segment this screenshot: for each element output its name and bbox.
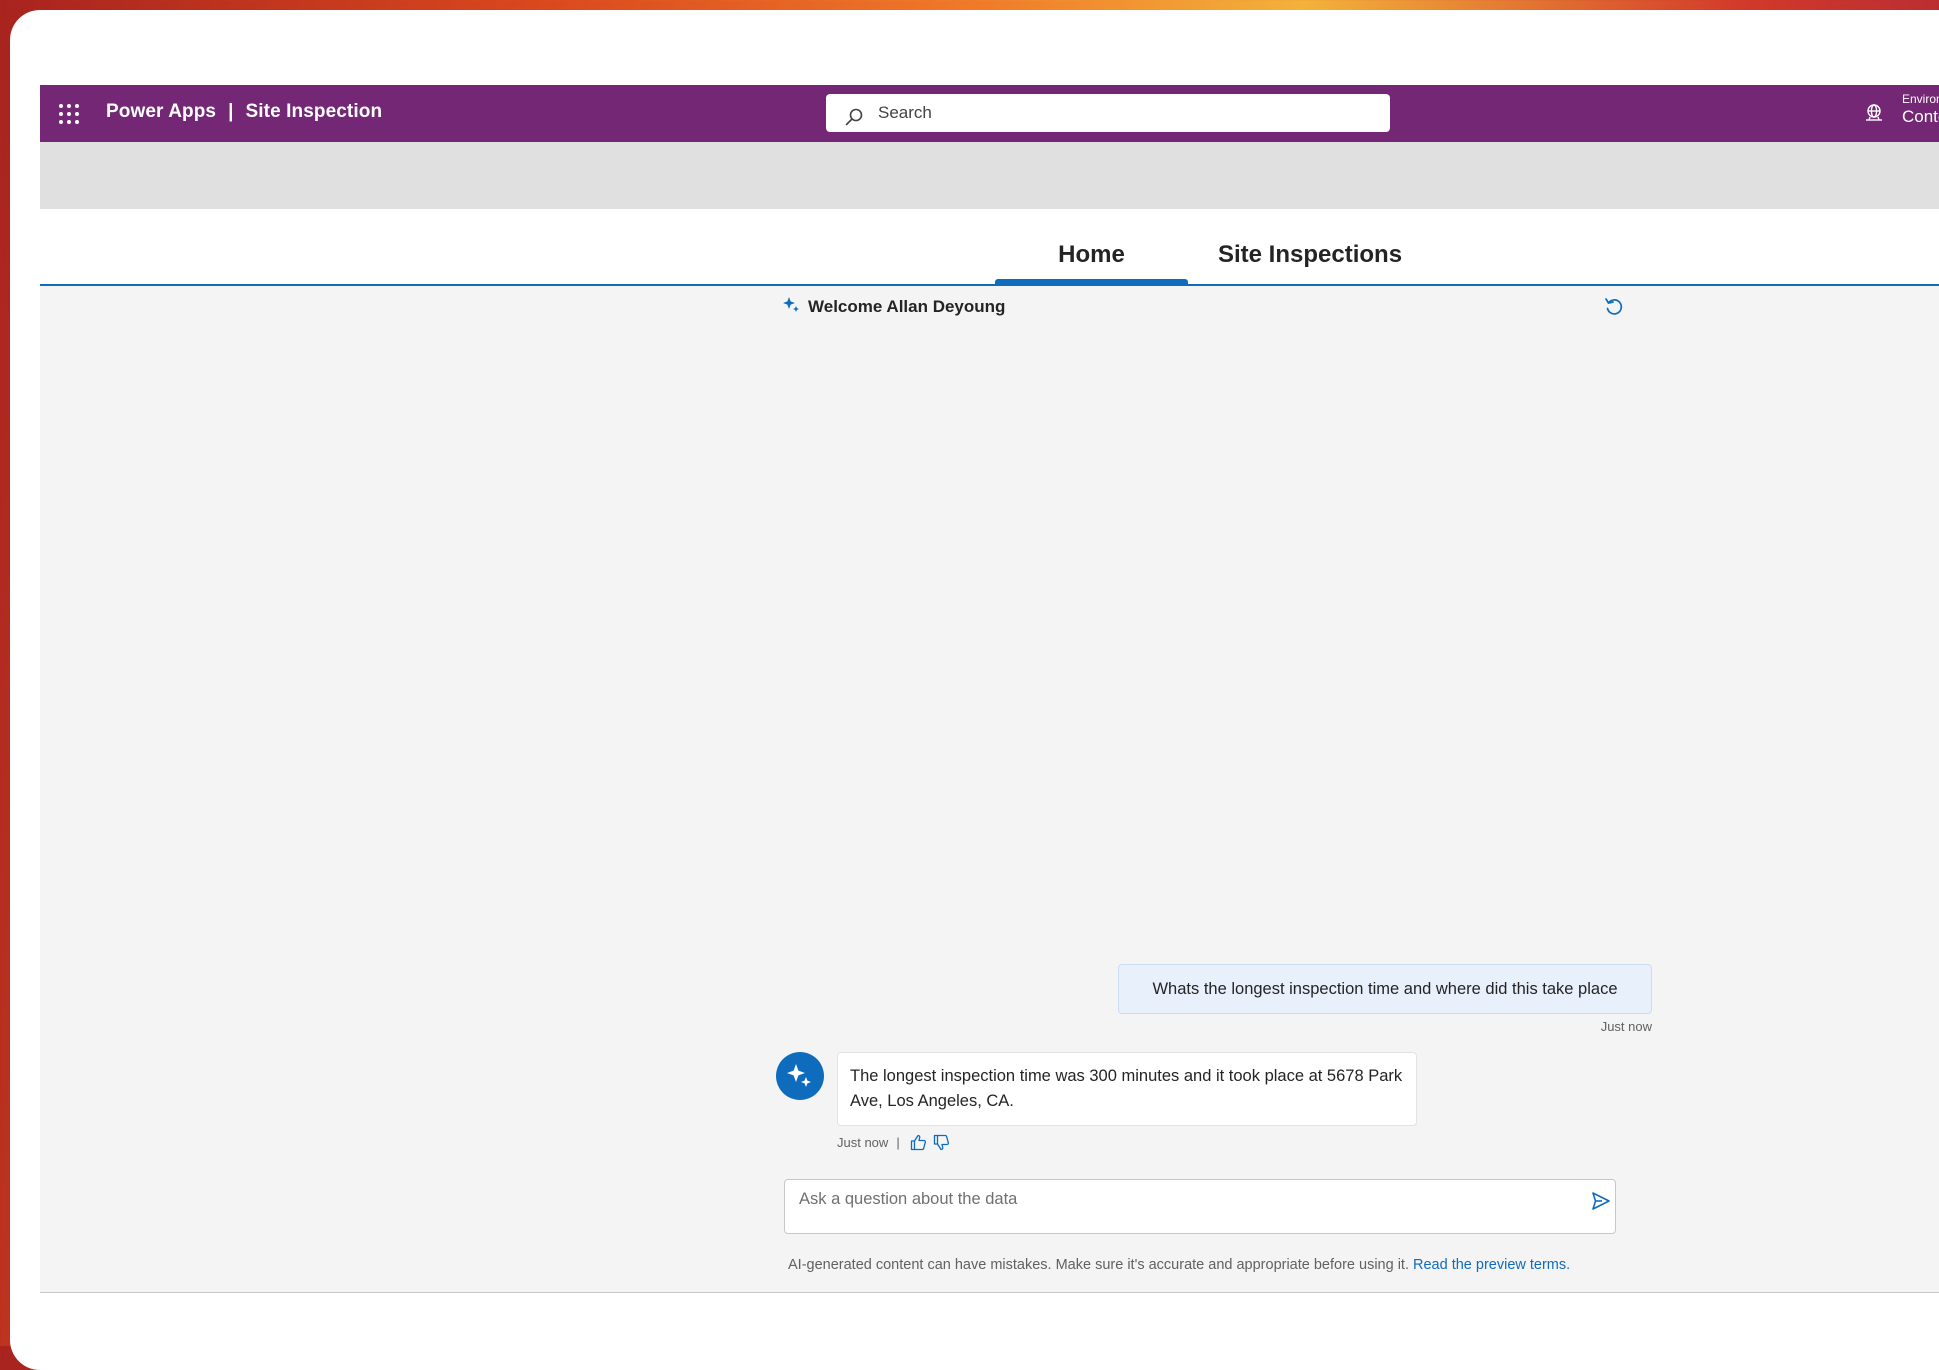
tab-home-label: Home	[1058, 241, 1125, 268]
disclaimer-text: AI-generated content can have mistakes. …	[788, 1257, 1409, 1273]
browser-window: Power Apps | Site Inspection Search Enviro…	[10, 10, 1939, 1370]
title-separator: |	[228, 101, 234, 122]
assistant-message-time: Just now	[837, 1135, 889, 1150]
tab-site-inspections[interactable]: Site Inspections	[1218, 241, 1402, 269]
command-bar	[40, 142, 1939, 209]
tab-strip: Home Site Inspections	[40, 209, 1939, 286]
thumbs-up-icon[interactable]	[910, 1134, 927, 1151]
thumbs-down-icon[interactable]	[933, 1134, 950, 1151]
assistant-message-meta: Just now |	[837, 1134, 956, 1151]
preview-terms-link[interactable]: Read the preview terms.	[1413, 1257, 1570, 1273]
environment-value: Conto	[1902, 107, 1939, 126]
ask-question-input[interactable]: Ask a question about the data	[784, 1179, 1616, 1234]
search-placeholder: Search	[878, 103, 932, 122]
app-frame: Power Apps | Site Inspection Search Enviro…	[40, 85, 1939, 1293]
user-message: Whats the longest inspection time and wh…	[1118, 964, 1652, 1014]
product-name[interactable]: Power Apps	[106, 101, 216, 122]
meta-separator: |	[896, 1135, 900, 1150]
user-message-time: Just now	[1600, 1019, 1652, 1034]
tab-home[interactable]: Home	[995, 241, 1188, 284]
assistant-message: The longest inspection time was 300 minu…	[837, 1052, 1417, 1126]
environment-label: Environ	[1902, 92, 1939, 106]
send-icon[interactable]	[1590, 1190, 1612, 1212]
tab-site-inspections-label: Site Inspections	[1218, 241, 1403, 268]
sparkle-icon	[783, 297, 800, 314]
refresh-icon[interactable]	[1603, 296, 1625, 318]
search-icon	[844, 103, 864, 126]
environment-icon[interactable]	[1864, 103, 1884, 123]
app-name[interactable]: Site Inspection	[246, 101, 383, 122]
selected-tab-indicator	[995, 279, 1188, 284]
ask-question-placeholder: Ask a question about the data	[799, 1190, 1018, 1208]
waffle-icon[interactable]	[58, 103, 80, 125]
app-title: Power Apps | Site Inspection	[106, 101, 382, 123]
welcome-heading: Welcome Allan Deyoung	[808, 297, 1006, 316]
app-header: Power Apps | Site Inspection Search Enviro…	[40, 85, 1939, 142]
ai-disclaimer: AI-generated content can have mistakes. …	[788, 1257, 1570, 1273]
environment-switcher[interactable]: Environ Conto	[1902, 92, 1939, 128]
search-input[interactable]: Search	[826, 94, 1390, 132]
copilot-icon	[776, 1052, 824, 1100]
